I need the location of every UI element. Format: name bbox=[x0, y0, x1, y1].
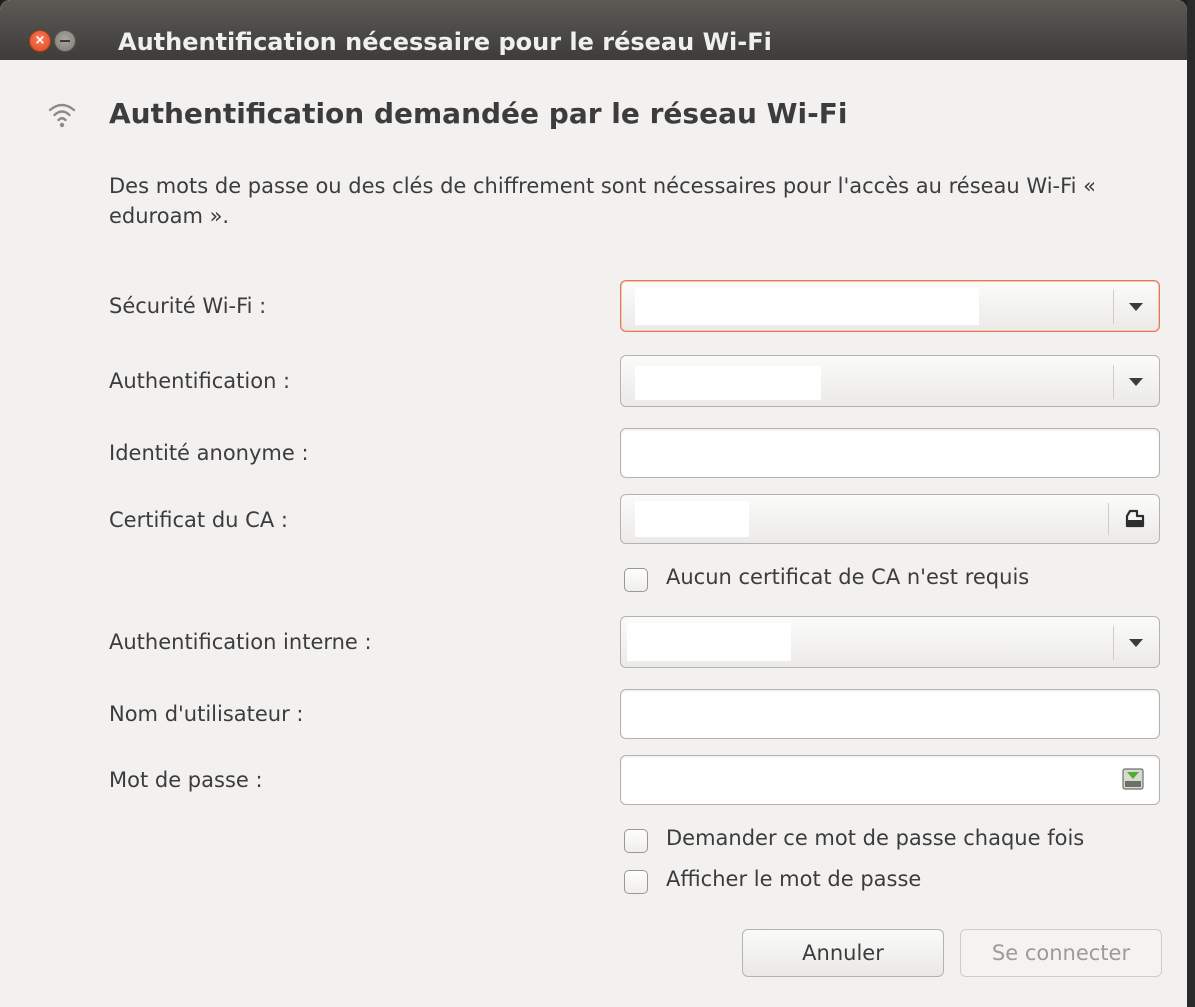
wifi-security-label: Sécurité Wi-Fi : bbox=[109, 294, 267, 318]
checkbox-box[interactable] bbox=[624, 568, 648, 592]
ca-certificate-label: Certificat du CA : bbox=[109, 508, 288, 532]
authentication-label: Authentification : bbox=[109, 369, 291, 393]
minimize-window-button[interactable] bbox=[54, 30, 76, 52]
show-password-label: Afficher le mot de passe bbox=[666, 867, 922, 891]
dialog-description: Des mots de passe ou des clés de chiffre… bbox=[109, 174, 1097, 228]
open-file-icon bbox=[1125, 509, 1145, 528]
checkbox-box[interactable] bbox=[624, 870, 648, 894]
authentication-combo[interactable] bbox=[620, 355, 1160, 407]
password-storage-icon[interactable] bbox=[1121, 767, 1145, 791]
password-input[interactable] bbox=[620, 755, 1160, 805]
chevron-down-icon bbox=[1129, 639, 1143, 647]
combo-separator bbox=[1113, 365, 1114, 399]
cancel-button[interactable]: Annuler bbox=[742, 929, 944, 977]
desktop-background bbox=[1187, 0, 1195, 1007]
ask-password-label: Demander ce mot de passe chaque fois bbox=[666, 826, 1085, 850]
wifi-security-value bbox=[635, 287, 979, 325]
username-label: Nom d'utilisateur : bbox=[109, 702, 304, 726]
no-ca-required-label: Aucun certificat de CA n'est requis bbox=[666, 565, 1030, 589]
anonymous-identity-label: Identité anonyme : bbox=[109, 441, 309, 465]
connect-button[interactable]: Se connecter bbox=[960, 929, 1162, 977]
inner-authentication-value bbox=[627, 623, 791, 661]
combo-separator bbox=[1113, 626, 1114, 660]
file-button-separator bbox=[1108, 503, 1109, 535]
window-title: Authentification nécessaire pour le rése… bbox=[118, 28, 772, 56]
combo-separator bbox=[1113, 290, 1114, 324]
authentication-value bbox=[635, 366, 821, 400]
inner-authentication-combo[interactable] bbox=[620, 616, 1160, 668]
username-input[interactable] bbox=[620, 689, 1160, 739]
ca-certificate-file-button[interactable] bbox=[620, 494, 1160, 544]
wifi-icon bbox=[48, 103, 76, 128]
close-icon: × bbox=[34, 33, 46, 48]
anonymous-identity-input[interactable] bbox=[620, 428, 1160, 478]
close-window-button[interactable]: × bbox=[29, 30, 51, 52]
dialog-heading: Authentification demandée par le réseau … bbox=[109, 97, 848, 130]
ca-certificate-value bbox=[635, 501, 749, 537]
chevron-down-icon bbox=[1129, 303, 1143, 311]
wifi-security-combo[interactable] bbox=[620, 280, 1160, 332]
inner-authentication-label: Authentification interne : bbox=[109, 630, 372, 654]
password-label: Mot de passe : bbox=[109, 768, 263, 792]
titlebar: × Authentification nécessaire pour le ré… bbox=[0, 0, 1187, 60]
chevron-down-icon bbox=[1129, 378, 1143, 386]
wifi-auth-dialog: × Authentification nécessaire pour le ré… bbox=[0, 0, 1187, 1007]
checkbox-box[interactable] bbox=[624, 829, 648, 853]
